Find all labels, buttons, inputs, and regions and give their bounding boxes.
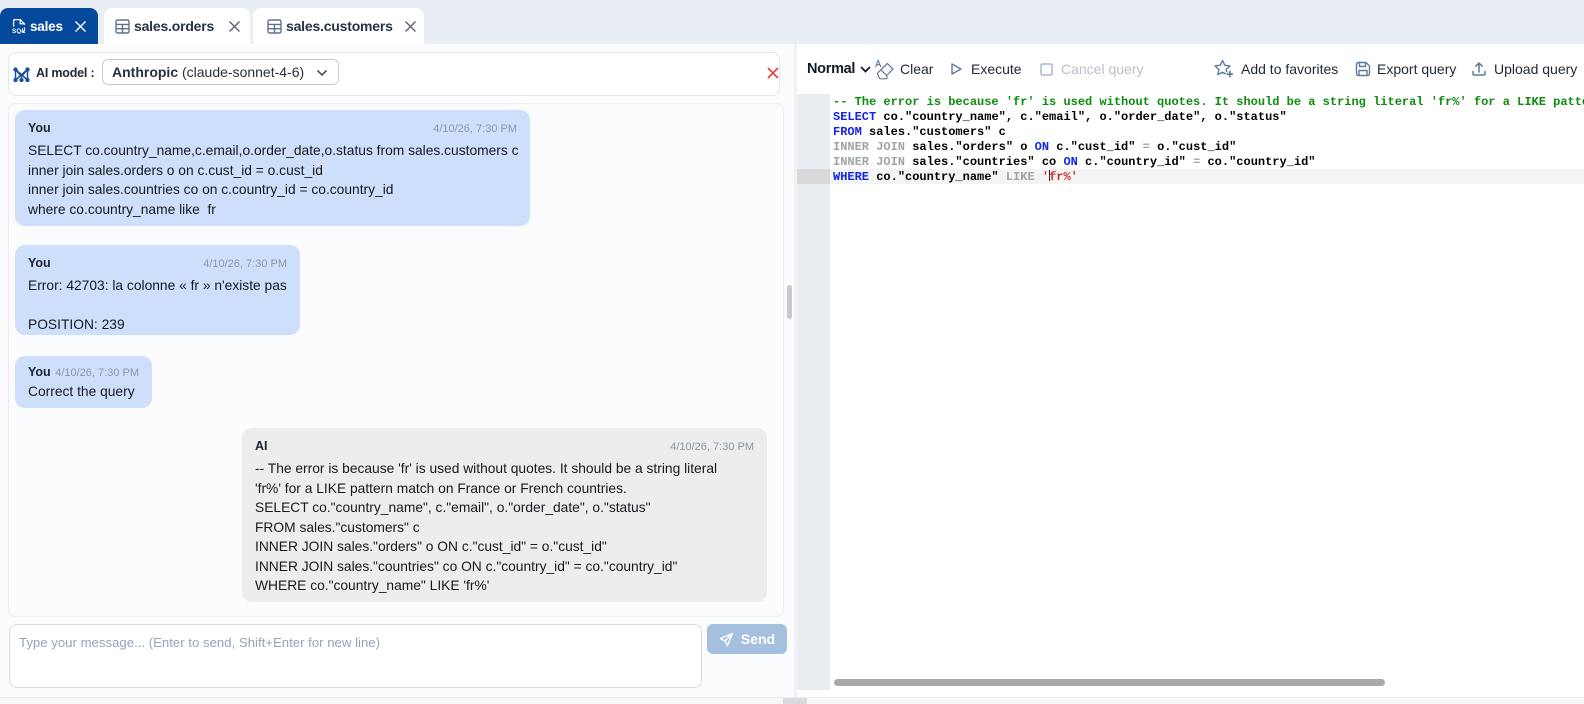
svg-text:SQL: SQL xyxy=(12,28,26,34)
